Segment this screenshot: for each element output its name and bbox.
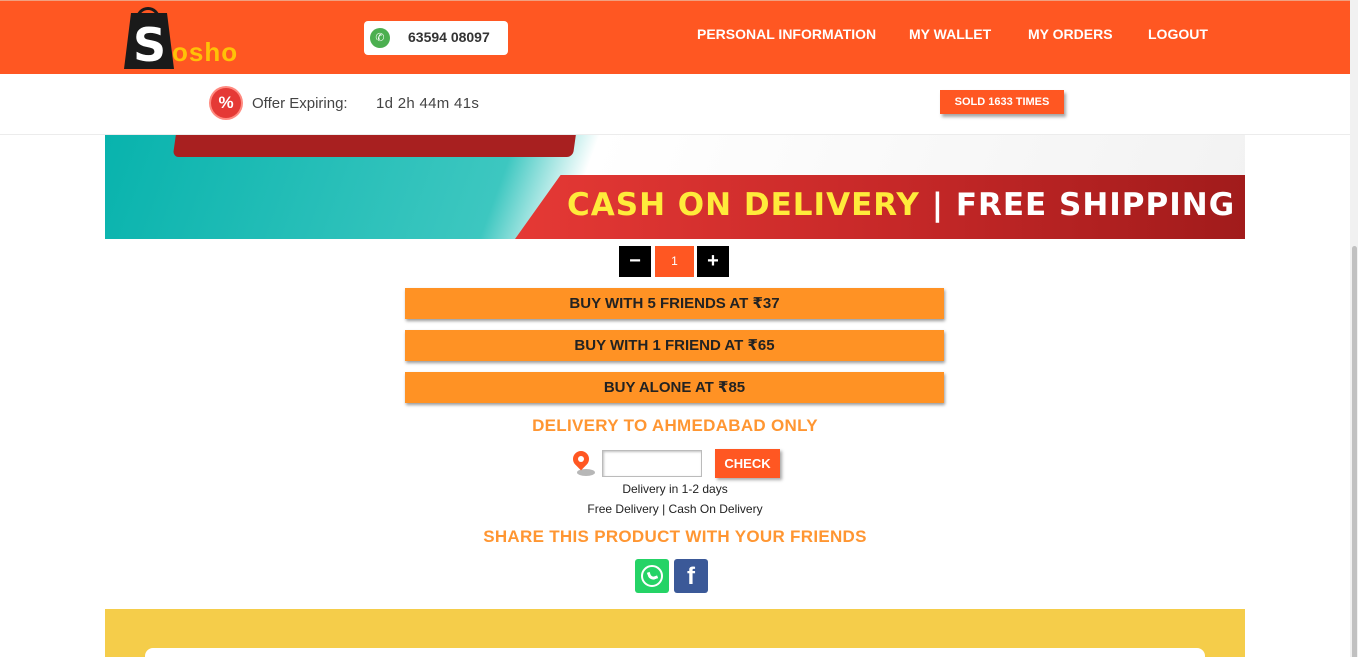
banner-cod-text: CASH ON DELIVERY — [567, 187, 920, 223]
sosho-logo[interactable]: S osho — [124, 7, 244, 71]
logo-text: osho — [172, 37, 239, 67]
offer-expiring-label: Offer Expiring: — [252, 95, 348, 112]
buy-with-1-friend-button[interactable]: BUY WITH 1 FRIEND AT ₹65 — [405, 330, 944, 361]
nav-personal-information[interactable]: PERSONAL INFORMATION — [697, 26, 876, 42]
banner-text: CASH ON DELIVERY | FREE SHIPPING — [567, 187, 1235, 223]
banner-separator: | — [931, 187, 945, 223]
discount-percent-icon: % — [211, 88, 241, 118]
quantity-value: 1 — [655, 246, 694, 277]
whatsapp-icon: ✆ — [370, 28, 390, 48]
nav-logout[interactable]: LOGOUT — [1148, 26, 1208, 42]
share-whatsapp-button[interactable] — [635, 559, 669, 593]
check-pincode-button[interactable]: CHECK — [715, 449, 780, 478]
page: S osho ✆ 63594 08097 PERSONAL INFORMATIO… — [0, 0, 1358, 657]
buy-with-5-friends-button[interactable]: BUY WITH 5 FRIENDS AT ₹37 — [405, 288, 944, 319]
product-image-edge — [172, 135, 578, 157]
nav-my-orders[interactable]: MY ORDERS — [1028, 26, 1113, 42]
share-facebook-button[interactable]: f — [674, 559, 708, 593]
share-title: SHARE THIS PRODUCT WITH YOUR FRIENDS — [483, 527, 867, 546]
banner-shipping-text: FREE SHIPPING — [955, 187, 1236, 223]
offer-bar — [0, 74, 1350, 135]
nav-my-wallet[interactable]: MY WALLET — [909, 26, 991, 42]
location-pin-icon — [569, 447, 595, 477]
whatsapp-contact[interactable]: ✆ 63594 08097 — [364, 21, 508, 55]
sold-count-badge: SOLD 1633 TIMES — [940, 90, 1064, 114]
delivery-title: DELIVERY TO AHMEDABAD ONLY — [532, 416, 818, 435]
bottom-card — [145, 648, 1205, 657]
delivery-terms: Free Delivery | Cash On Delivery — [587, 502, 763, 516]
whatsapp-number: 63594 08097 — [408, 29, 490, 45]
quantity-decrease-button[interactable]: − — [619, 246, 651, 277]
top-header: S osho ✆ 63594 08097 PERSONAL INFORMATIO… — [0, 0, 1350, 74]
offer-countdown: 1d 2h 44m 41s — [376, 95, 480, 112]
scrollbar-thumb[interactable] — [1352, 246, 1357, 657]
pincode-input[interactable] — [602, 450, 702, 477]
facebook-icon: f — [687, 563, 695, 590]
buy-alone-button[interactable]: BUY ALONE AT ₹85 — [405, 372, 944, 403]
quantity-increase-button[interactable]: + — [697, 246, 729, 277]
delivery-eta: Delivery in 1-2 days — [622, 482, 728, 496]
logo-initial: S — [133, 18, 167, 72]
product-banner: CASH ON DELIVERY | FREE SHIPPING — [105, 135, 1245, 239]
